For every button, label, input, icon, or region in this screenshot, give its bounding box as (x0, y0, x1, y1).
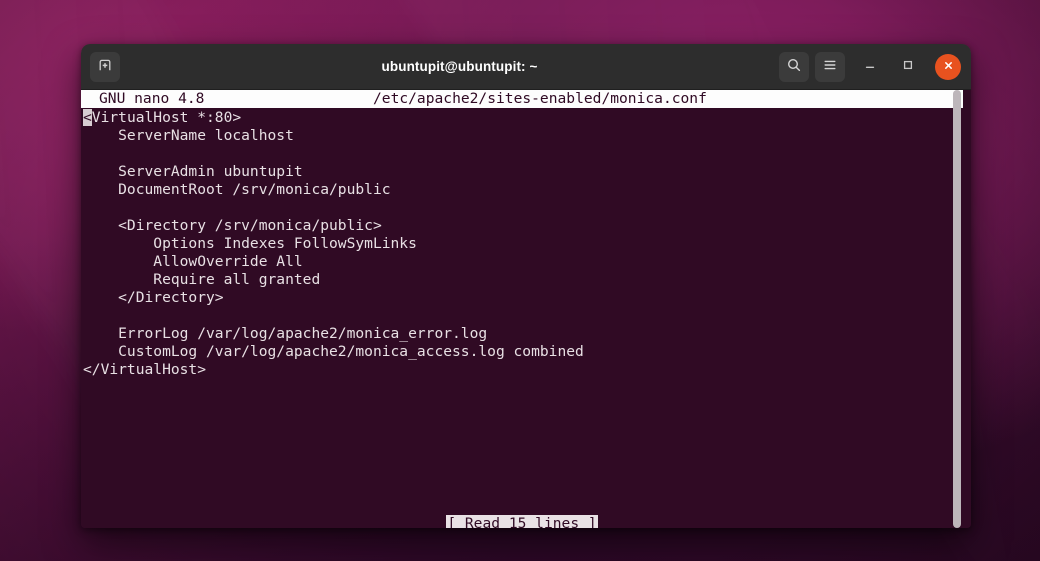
code-line: DocumentRoot /srv/monica/public (83, 181, 391, 198)
titlebar-controls (779, 51, 963, 82)
code-line: AllowOverride All (83, 253, 303, 270)
menu-button[interactable] (815, 51, 845, 82)
nano-status-row: [ Read 15 lines ] (81, 515, 963, 528)
code-line: CustomLog /var/log/apache2/monica_access… (83, 343, 584, 360)
window-titlebar: ubuntupit@ubuntupit: ~ (81, 44, 971, 90)
terminal-content-area[interactable]: GNU nano 4.8 /etc/apache2/sites-enabled/… (81, 90, 971, 528)
new-tab-icon (97, 57, 113, 77)
hamburger-menu-icon (822, 57, 838, 77)
minimize-icon (863, 57, 877, 76)
code-line: ServerName localhost (83, 127, 294, 144)
search-icon (786, 57, 802, 77)
nano-filename-label: /etc/apache2/sites-enabled/monica.conf (373, 90, 707, 107)
scrollbar-thumb[interactable] (953, 90, 961, 528)
close-button[interactable] (935, 53, 961, 80)
search-button[interactable] (779, 51, 809, 82)
window-title: ubuntupit@ubuntupit: ~ (381, 59, 538, 74)
maximize-button[interactable] (895, 54, 921, 80)
nano-status-message: [ Read 15 lines ] (446, 515, 598, 528)
text-cursor: < (83, 109, 92, 126)
code-line: ServerAdmin ubuntupit (83, 163, 303, 180)
terminal-window: ubuntupit@ubuntupit: ~ GNU nano 4.8 /etc… (81, 44, 971, 528)
code-line: <Directory /srv/monica/public> (83, 217, 382, 234)
new-tab-button[interactable] (90, 51, 120, 82)
code-line: Require all granted (83, 271, 321, 288)
code-line: </Directory> (83, 289, 224, 306)
maximize-icon (901, 57, 915, 76)
minimize-button[interactable] (857, 54, 883, 80)
close-icon (942, 57, 955, 76)
terminal-scrollbar[interactable] (953, 90, 961, 528)
nano-version-label: GNU nano 4.8 (99, 90, 205, 107)
code-line-text: VirtualHost *:80> (91, 109, 242, 126)
code-line: ErrorLog /var/log/apache2/monica_error.l… (83, 325, 488, 342)
code-line: </VirtualHost> (83, 361, 207, 378)
nano-editor-text[interactable]: <VirtualHost *:80> ServerName localhost … (81, 109, 963, 379)
code-line: Options Indexes FollowSymLinks (83, 235, 417, 252)
code-line: <VirtualHost *:80> (81, 109, 963, 127)
nano-header-bar: GNU nano 4.8 /etc/apache2/sites-enabled/… (81, 90, 963, 108)
